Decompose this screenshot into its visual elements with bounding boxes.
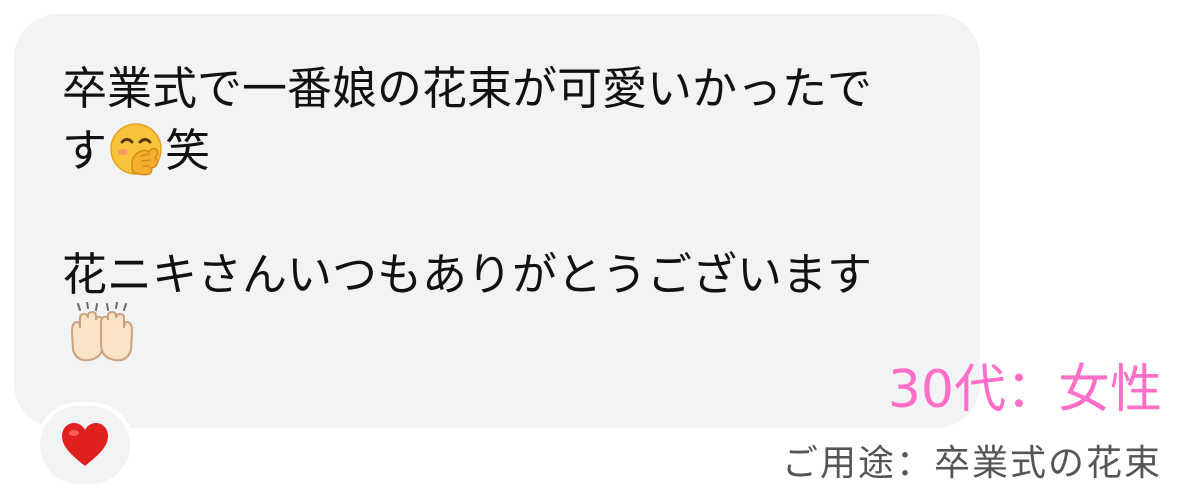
raising-hands-icon — [70, 302, 134, 362]
age-gender-label: 30代：女性 — [887, 360, 1162, 420]
laugh-char: 笑 — [165, 124, 211, 177]
red-heart-icon — [62, 423, 108, 466]
hand-over-mouth-face-icon — [110, 123, 162, 176]
message-line-1: 卒業式で一番娘の花束が可愛いかったで — [62, 62, 873, 115]
usage-label: ご用途：卒業式の花束 — [781, 443, 1162, 484]
message-line-3: 花ニキさんいつもありがとうございます — [62, 248, 873, 301]
message-line-2-text: す — [62, 124, 108, 177]
message-line-2: す 笑 — [62, 120, 940, 182]
reaction-badge[interactable] — [36, 402, 134, 488]
message-bubble[interactable]: 卒業式で一番娘の花束が可愛いかったで す 笑 花ニキさんいつもありがとうございま… — [14, 14, 980, 428]
